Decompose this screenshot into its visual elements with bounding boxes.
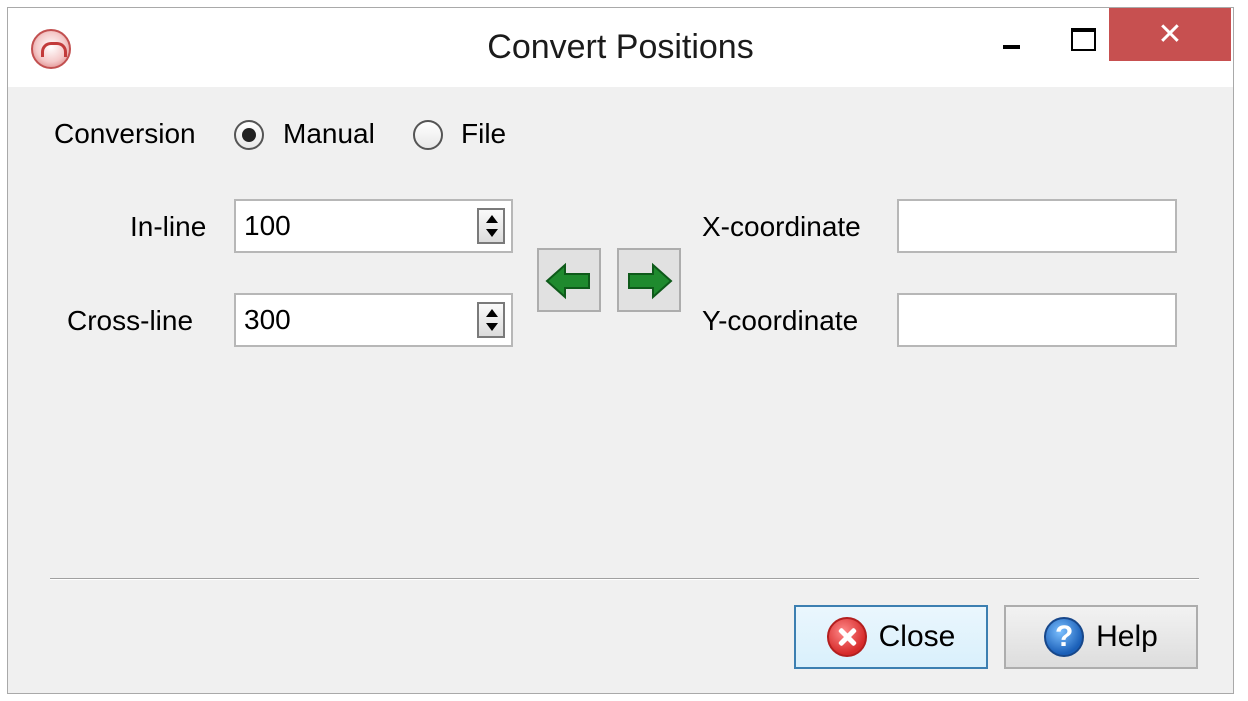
manual-radio-label[interactable]: Manual — [283, 118, 375, 150]
x-coordinate-input[interactable] — [897, 199, 1177, 253]
file-radio-label[interactable]: File — [461, 118, 506, 150]
minimize-button[interactable] — [988, 8, 1038, 63]
y-coordinate-input[interactable] — [897, 293, 1177, 347]
conversion-label: Conversion — [54, 118, 196, 149]
convert-positions-dialog: Convert Positions ✕ Conversion Manual Fi… — [7, 7, 1234, 694]
footer-divider — [50, 578, 1199, 580]
dialog-content: Conversion Manual File In-line 100 Cross… — [8, 87, 1233, 693]
green-right-arrow-icon — [628, 262, 673, 300]
inline-spinner-arrows[interactable] — [477, 208, 505, 244]
crossline-spinner-arrows[interactable] — [477, 302, 505, 338]
close-window-button[interactable]: ✕ — [1109, 8, 1231, 61]
crossline-label: Cross-line — [67, 305, 194, 336]
inline-value[interactable]: 100 — [244, 210, 291, 241]
help-button-label: Help — [1096, 620, 1158, 653]
close-circle-icon — [826, 617, 867, 657]
crossline-value[interactable]: 300 — [244, 304, 291, 335]
help-question-icon: ? — [1044, 617, 1085, 657]
inline-spinner-field[interactable]: 100 — [234, 199, 513, 253]
crossline-spinner-field[interactable]: 300 — [234, 293, 513, 347]
green-left-arrow-icon — [545, 262, 590, 300]
maximize-button[interactable] — [1050, 8, 1106, 63]
close-button[interactable]: Close — [794, 605, 988, 669]
close-button-label: Close — [878, 620, 956, 653]
help-button[interactable]: ? Help — [1004, 605, 1198, 669]
manual-radio[interactable] — [234, 120, 264, 150]
y-coordinate-label: Y-coordinate — [702, 305, 859, 336]
convert-to-xy-button[interactable] — [617, 248, 681, 312]
title-bar[interactable]: Convert Positions ✕ — [8, 8, 1233, 87]
convert-to-inline-button[interactable] — [537, 248, 601, 312]
file-radio[interactable] — [413, 120, 443, 150]
x-coordinate-label: X-coordinate — [702, 211, 861, 242]
inline-label: In-line — [130, 211, 207, 242]
